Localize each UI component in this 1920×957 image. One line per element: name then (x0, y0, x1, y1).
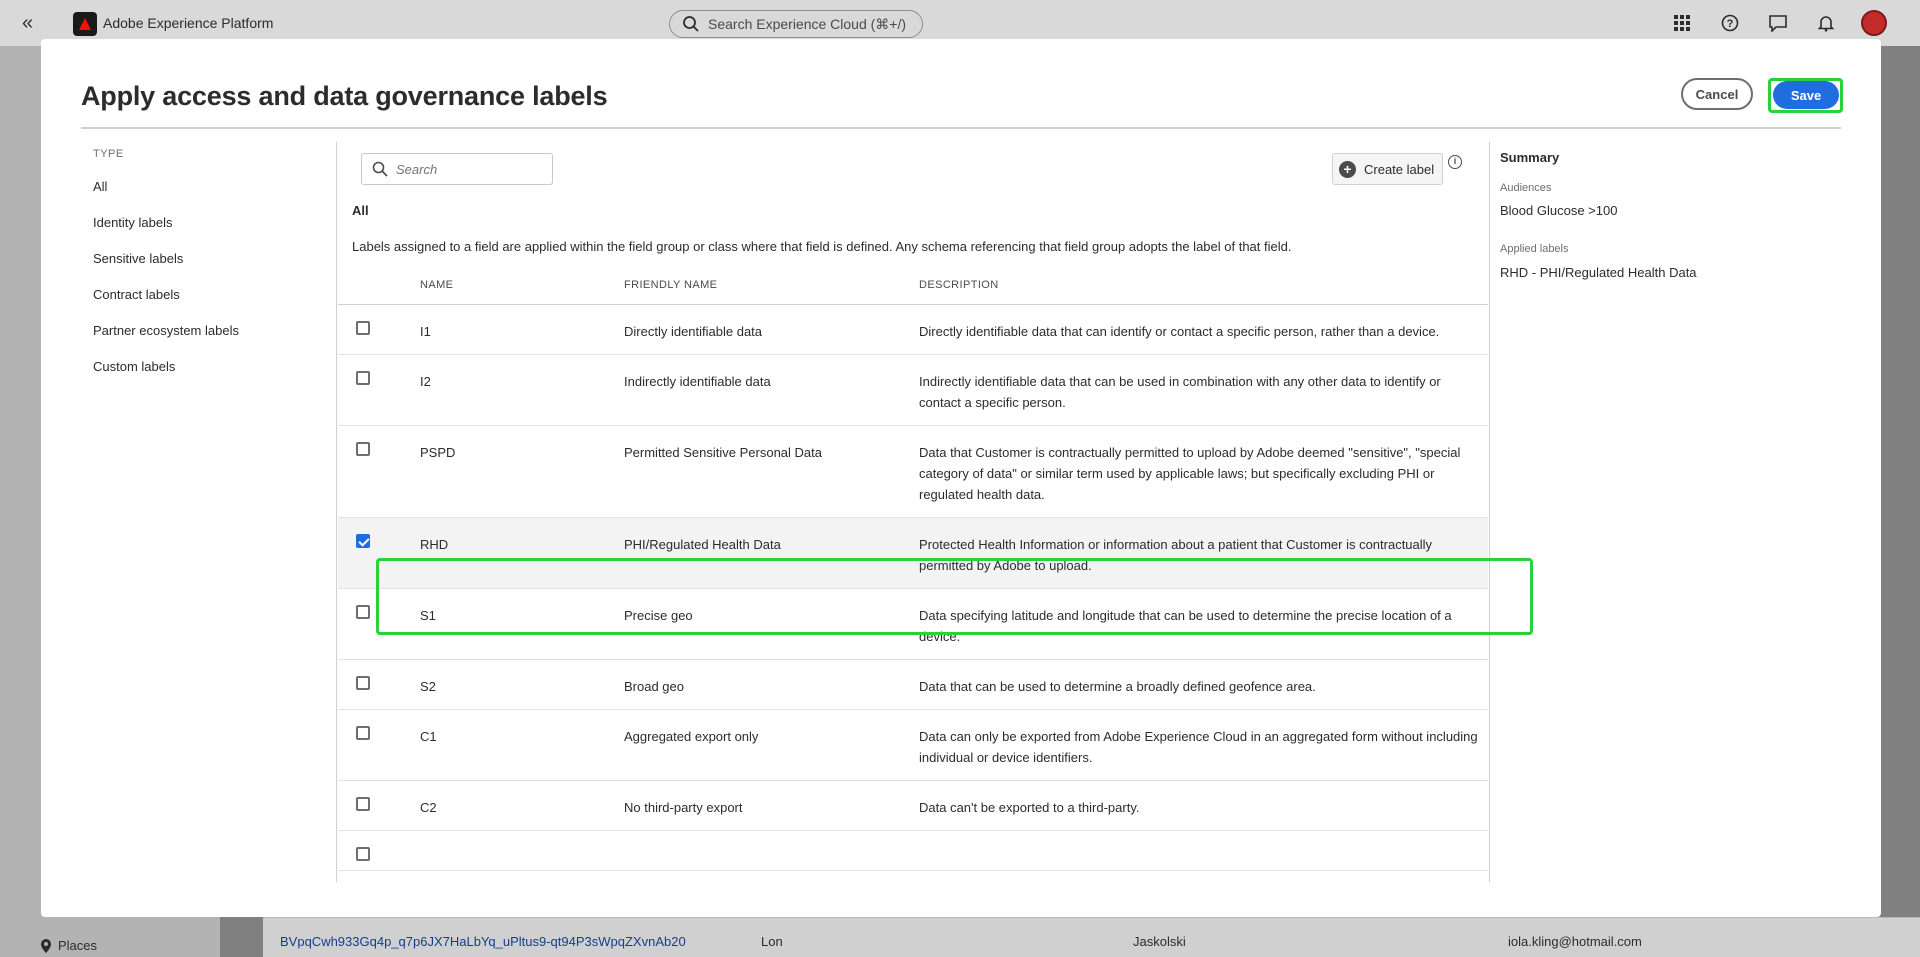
dialog-title: Apply access and data governance labels (81, 81, 608, 111)
summary-title: Summary (1500, 150, 1560, 165)
cancel-button[interactable]: Cancel (1681, 78, 1753, 110)
table-row[interactable]: I2 Indirectly identifiable data Indirect… (338, 355, 1488, 426)
label-description: Data that can be used to determine a bro… (919, 679, 1316, 694)
last-name-cell: Jaskolski (1133, 934, 1186, 949)
label-description: Data can only be exported from Adobe Exp… (919, 729, 1478, 765)
row-checkbox[interactable] (356, 371, 370, 385)
table-row[interactable]: C1 Aggregated export only Data can only … (338, 710, 1488, 781)
email-cell: iola.kling@hotmail.com (1508, 934, 1642, 949)
create-label-button[interactable]: + Create label (1332, 153, 1443, 185)
avatar[interactable] (1861, 10, 1887, 36)
left-rail (0, 46, 40, 957)
label-name: I1 (420, 324, 431, 339)
label-friendly-name: Aggregated export only (624, 729, 759, 744)
notifications-bell-icon[interactable] (1802, 11, 1850, 35)
table-body: I1 Directly identifiable data Directly i… (338, 305, 1488, 871)
row-checkbox[interactable] (356, 676, 370, 690)
label-description: Directly identifiable data that can iden… (919, 324, 1440, 339)
row-checkbox[interactable] (356, 442, 370, 456)
table-row-selected[interactable]: RHD PHI/Regulated Health Data Protected … (338, 518, 1488, 589)
section-title: All (352, 203, 369, 218)
type-nav-all[interactable]: All (93, 179, 239, 215)
table-row[interactable]: S2 Broad geo Data that can be used to de… (338, 660, 1488, 710)
label-description: Data that Customer is contractually perm… (919, 445, 1461, 502)
user-avatar[interactable] (1850, 10, 1898, 36)
label-name: S1 (420, 608, 436, 623)
type-nav: All Identity labels Sensitive labels Con… (93, 179, 239, 395)
collapse-nav-icon[interactable]: « (22, 12, 44, 34)
label-name: S2 (420, 679, 436, 694)
label-friendly-name: Directly identifiable data (624, 324, 763, 339)
svg-text:?: ? (1727, 18, 1734, 30)
brand-name: Adobe Experience Platform (103, 15, 274, 31)
row-checkbox[interactable] (356, 605, 370, 619)
label-friendly-name: Permitted Sensitive Personal Data (624, 445, 822, 460)
label-name: PSPD (420, 445, 456, 460)
type-heading: TYPE (93, 148, 124, 160)
column-header-description[interactable]: DESCRIPTION (919, 279, 999, 291)
sidebar-item-label: Places (58, 938, 98, 953)
add-circle-icon: + (1339, 160, 1356, 178)
table-row[interactable]: PSPD Permitted Sensitive Personal Data D… (338, 426, 1488, 518)
row-checkbox[interactable] (356, 847, 370, 861)
label-friendly-name: No third-party export (624, 800, 743, 815)
labels-note: Labels assigned to a field are applied w… (352, 239, 1292, 254)
governance-labels-dialog: Apply access and data governance labels … (41, 39, 1881, 917)
label-friendly-name: Indirectly identifiable data (624, 374, 771, 389)
type-nav-identity-labels[interactable]: Identity labels (93, 215, 239, 251)
column-header-name[interactable]: NAME (420, 279, 453, 291)
labels-table: NAME FRIENDLY NAME DESCRIPTION I1 Direct… (338, 263, 1488, 893)
label-name: RHD (420, 537, 449, 552)
title-divider (81, 127, 1841, 129)
row-checkbox-checked[interactable] (356, 534, 370, 548)
table-row[interactable]: I1 Directly identifiable data Directly i… (338, 305, 1488, 355)
create-label-text: Create label (1364, 161, 1435, 177)
global-search-placeholder: Search Experience Cloud (⌘+/) (708, 15, 907, 32)
label-friendly-name: PHI/Regulated Health Data (624, 537, 781, 552)
label-name: C1 (420, 729, 437, 744)
search-icon (683, 16, 699, 32)
type-nav-contract-labels[interactable]: Contract labels (93, 287, 239, 323)
label-description: Indirectly identifiable data that can be… (919, 374, 1441, 410)
save-button[interactable]: Save (1773, 81, 1839, 109)
info-icon[interactable]: i (1448, 155, 1462, 169)
column-divider (336, 142, 337, 882)
type-nav-partner-ecosystem-labels[interactable]: Partner ecosystem labels (93, 323, 239, 359)
column-divider (1489, 142, 1490, 882)
label-friendly-name: Precise geo (624, 608, 693, 623)
row-checkbox[interactable] (356, 726, 370, 740)
label-name: C2 (420, 800, 437, 815)
type-nav-sensitive-labels[interactable]: Sensitive labels (93, 251, 239, 287)
table-header: NAME FRIENDLY NAME DESCRIPTION (338, 263, 1488, 305)
location-pin-icon (41, 938, 51, 953)
table-row[interactable]: S1 Precise geo Data specifying latitude … (338, 589, 1488, 660)
type-nav-custom-labels[interactable]: Custom labels (93, 359, 239, 395)
audiences-value: Blood Glucose >100 (1500, 203, 1618, 218)
global-search[interactable]: Search Experience Cloud (⌘+/) (669, 10, 923, 38)
label-description: Data specifying latitude and longitude t… (919, 608, 1452, 644)
profile-id-link[interactable]: BVpqCwh933Gq4p_q7p6JX7HaLbYq_uPltus9-qt9… (280, 934, 686, 949)
audiences-label: Audiences (1500, 182, 1552, 194)
adobe-logo-icon (73, 12, 97, 36)
table-row[interactable]: C2 No third-party export Data can't be e… (338, 781, 1488, 831)
label-description: Data can't be exported to a third-party. (919, 800, 1140, 815)
label-search-field[interactable] (361, 153, 553, 185)
help-icon[interactable]: ? (1706, 11, 1754, 35)
label-friendly-name: Broad geo (624, 679, 684, 694)
row-checkbox[interactable] (356, 797, 370, 811)
search-icon (372, 161, 388, 177)
search-input[interactable] (396, 161, 546, 177)
applied-labels-label: Applied labels (1500, 243, 1569, 255)
feedback-icon[interactable] (1754, 11, 1802, 35)
applied-labels-value: RHD - PHI/Regulated Health Data (1500, 265, 1697, 280)
sidebar-item-places[interactable]: Places (40, 938, 97, 953)
first-name-cell: Lon (761, 934, 783, 949)
column-header-friendly-name[interactable]: FRIENDLY NAME (624, 279, 717, 291)
background-table-row: BVpqCwh933Gq4p_q7p6JX7HaLbYq_uPltus9-qt9… (263, 917, 1920, 957)
label-name: I2 (420, 374, 431, 389)
apps-grid-icon[interactable] (1658, 11, 1706, 35)
row-checkbox[interactable] (356, 321, 370, 335)
label-description: Protected Health Information or informat… (919, 537, 1433, 573)
table-row-partial[interactable] (338, 831, 1488, 871)
